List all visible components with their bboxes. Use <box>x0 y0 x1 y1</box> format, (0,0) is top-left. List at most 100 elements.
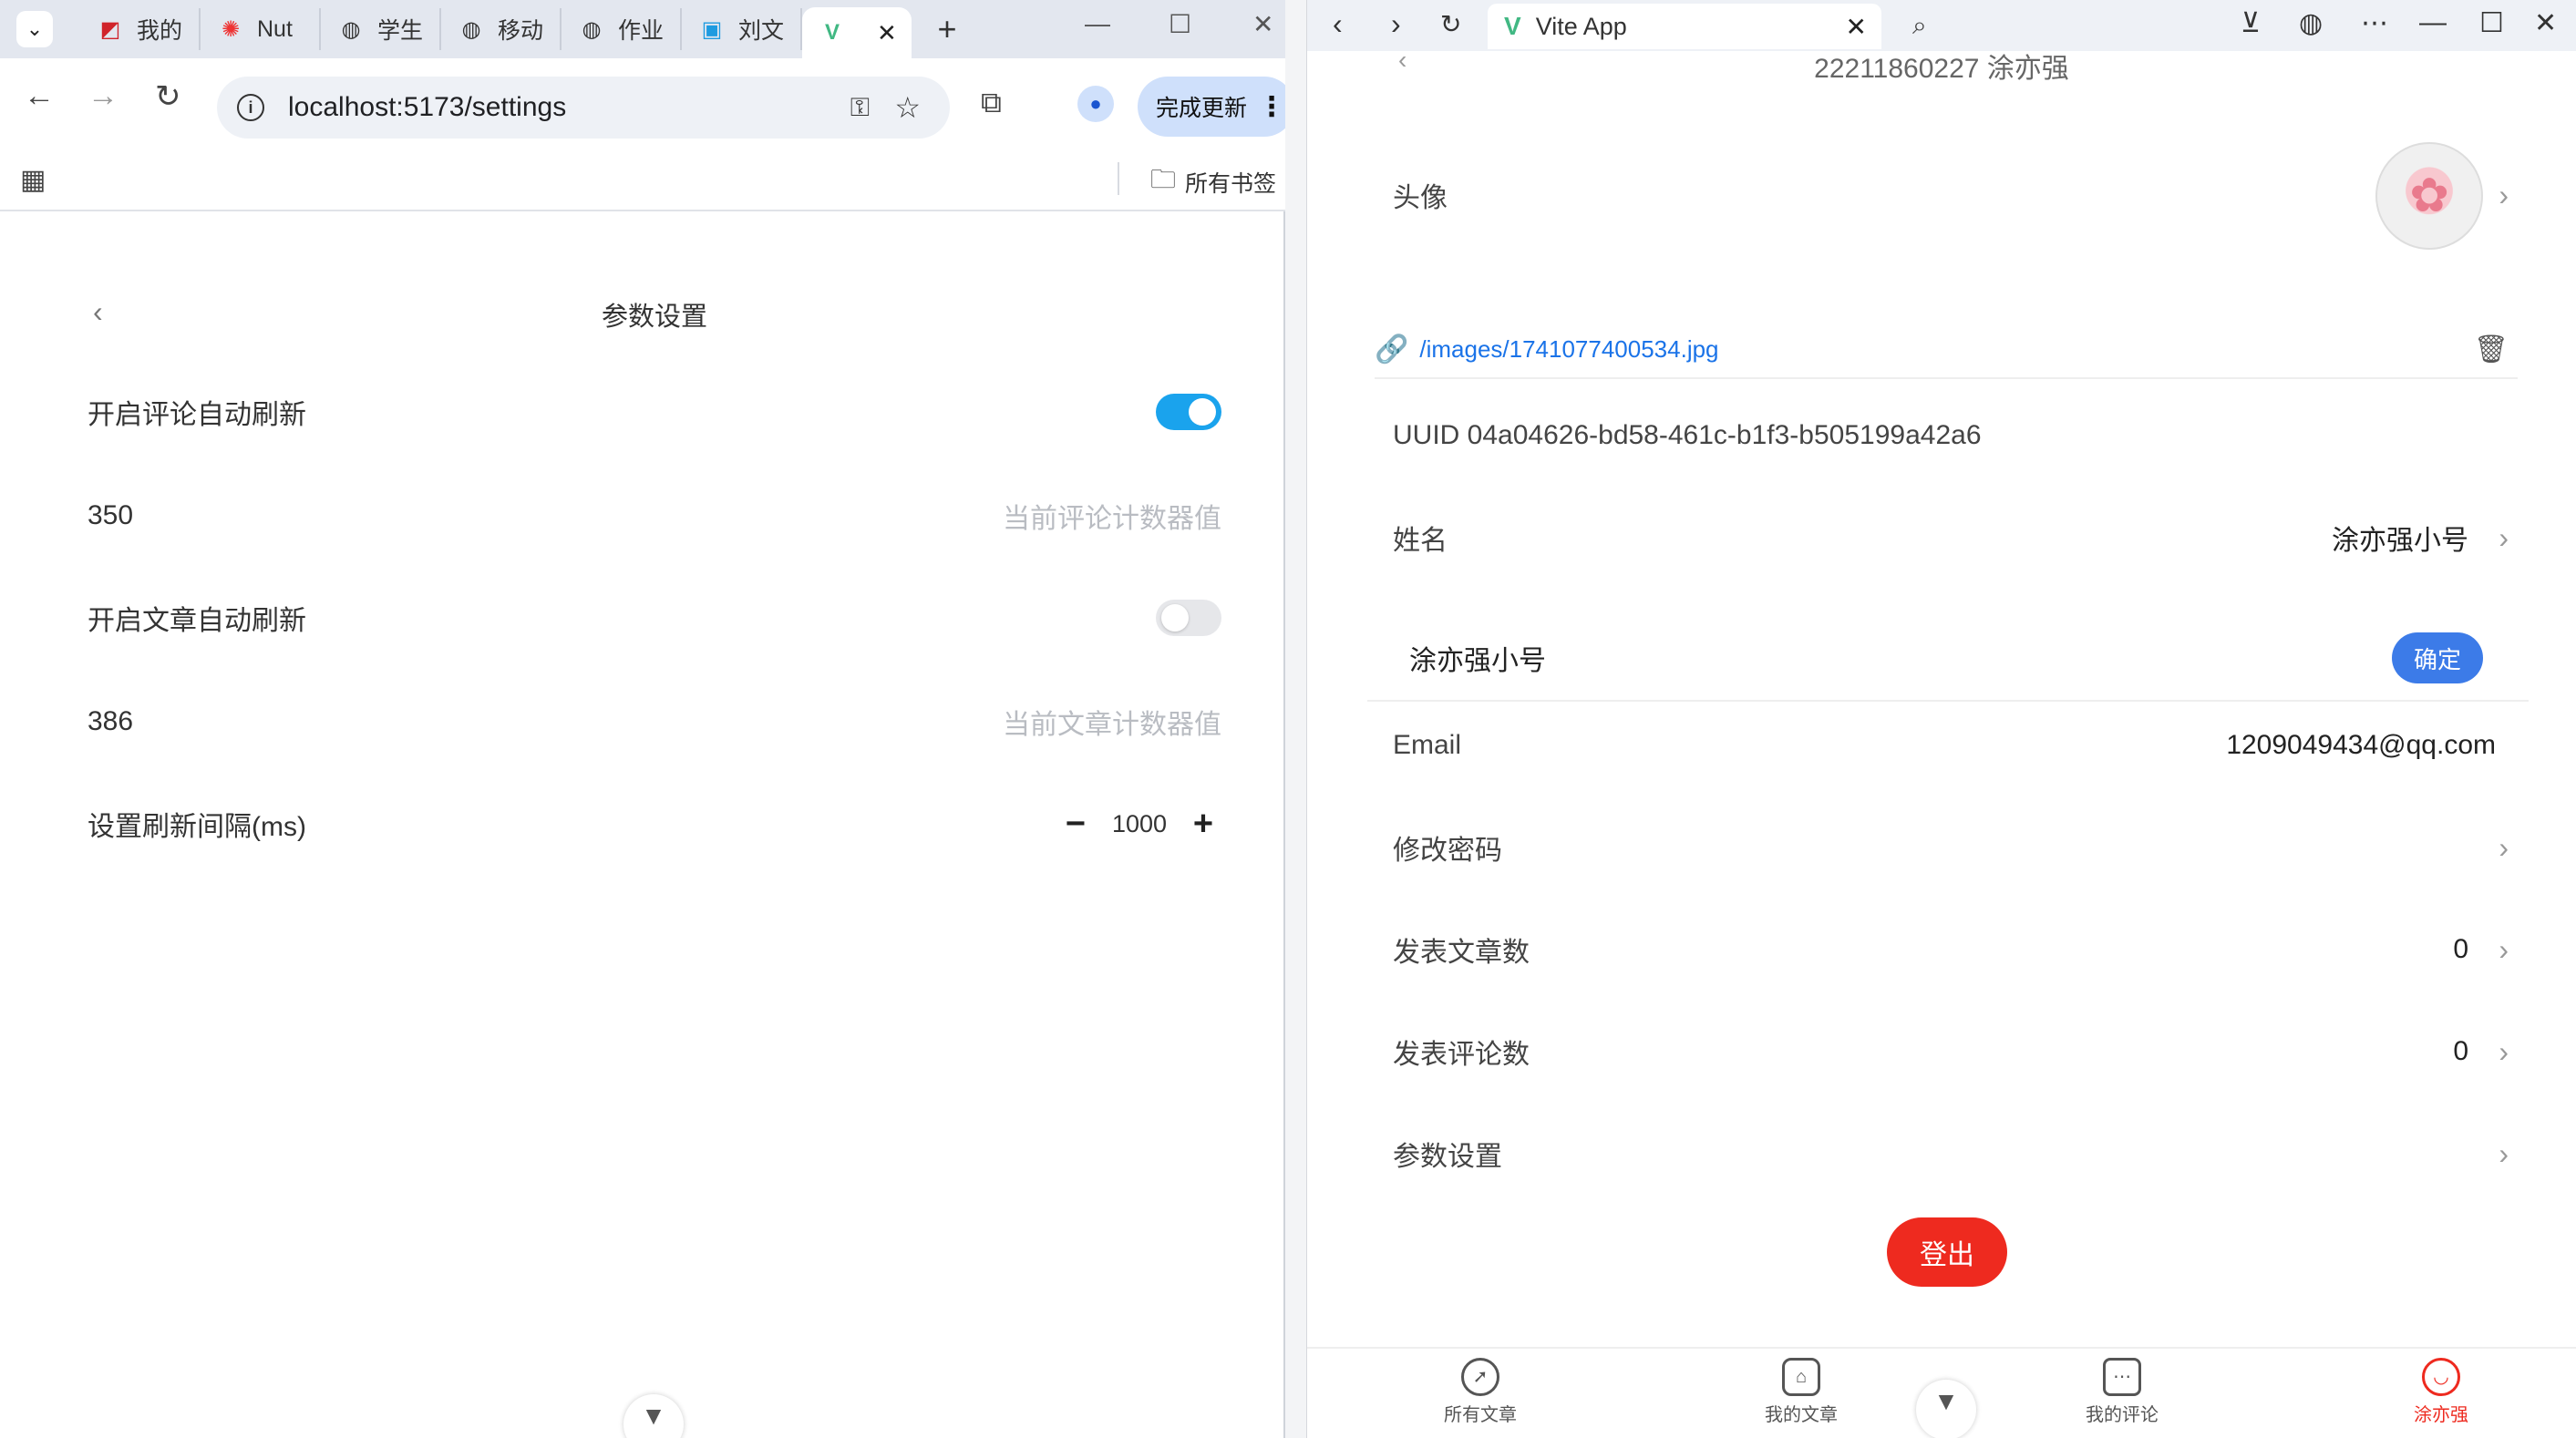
browser-tab-active[interactable]: V ✕ <box>802 7 912 58</box>
minimize-icon[interactable]: — <box>2419 7 2447 38</box>
interval-value[interactable]: 1000 <box>1094 810 1185 838</box>
comment-icon: ⋯ <box>2103 1358 2141 1396</box>
search-icon[interactable]: ⌕ <box>1912 11 1927 41</box>
comment-counter-value[interactable]: 350 <box>88 500 133 531</box>
all-bookmarks-button[interactable]: 🗀 所有书签 <box>1150 160 1276 204</box>
decrement-button[interactable]: − <box>1057 805 1094 844</box>
article-counter-hint: 当前文章计数器值 <box>1003 710 1221 740</box>
extensions-icon[interactable]: ⧉ <box>981 86 1002 120</box>
cnki-icon: ◩ <box>99 16 121 42</box>
uuid-text: UUID 04a04626-bd58-461c-b1f3-b505199a42a… <box>1393 420 1982 450</box>
profile-avatar-icon[interactable]: ● <box>1077 86 1114 122</box>
globe-icon: ◍ <box>341 16 361 42</box>
comment-counter-row[interactable]: 350 当前评论计数器值 <box>88 488 1221 543</box>
more-menu-icon[interactable]: ⋯ <box>2361 7 2388 39</box>
globe-icon[interactable]: ◍ <box>2299 7 2323 39</box>
browser-tab[interactable]: ◍ 移动 <box>441 8 562 50</box>
article-refresh-toggle[interactable] <box>1156 600 1221 636</box>
vue-logo-icon: V <box>1504 12 1521 40</box>
minimize-icon[interactable]: — <box>1085 9 1110 38</box>
increment-button[interactable]: + <box>1185 805 1221 844</box>
avatar[interactable]: ✿ <box>2375 142 2483 250</box>
name-value: 涂亦强小号 <box>2332 526 2468 556</box>
settings-row[interactable]: 参数设置 › <box>1393 1125 2514 1183</box>
vue-logo-icon: V <box>824 20 840 45</box>
chevron-right-icon: › <box>2499 932 2509 966</box>
update-button[interactable]: 完成更新 ⋮ <box>1138 77 1294 137</box>
sun-icon: ✺ <box>221 16 241 42</box>
bilibili-icon: ▣ <box>701 16 723 42</box>
close-window-icon[interactable]: ✕ <box>2534 7 2557 39</box>
interval-stepper: − 1000 + <box>1057 805 1221 844</box>
browser-tab[interactable]: ◩ 我的 <box>80 8 201 50</box>
chevron-right-icon: › <box>2499 1034 2509 1068</box>
articles-count-row[interactable]: 发表文章数 0 › <box>1393 920 2514 979</box>
window-splitter[interactable] <box>1285 0 1307 1438</box>
url-text[interactable]: localhost:5173/settings <box>288 92 566 123</box>
back-arrow-icon[interactable]: ← <box>24 78 55 114</box>
settings-label: 参数设置 <box>1393 1142 1502 1172</box>
confirm-button[interactable]: 确定 <box>2392 632 2483 683</box>
page-title: 22211860227 涂亦强 <box>1814 54 2069 84</box>
address-bar[interactable]: i localhost:5173/settings ⚿ ☆ <box>217 77 950 139</box>
uuid-row: UUID 04a04626-bd58-461c-b1f3-b505199a42a… <box>1393 406 2514 465</box>
site-info-icon[interactable]: i <box>237 94 264 121</box>
tab-title: Vite App <box>1535 12 1627 40</box>
comments-count-label: 发表评论数 <box>1393 1040 1530 1070</box>
trash-icon[interactable]: 🗑 <box>2474 334 2509 365</box>
bookmark-star-icon[interactable]: ☆ <box>894 90 921 125</box>
folder-icon: 🗀 <box>1150 165 1177 193</box>
close-window-icon[interactable]: ✕ <box>1252 9 1273 39</box>
browser-tab[interactable]: ◍ 学生 <box>321 8 441 50</box>
comments-count-row[interactable]: 发表评论数 0 › <box>1393 1022 2514 1081</box>
browser-tab[interactable]: ◍ 作业 <box>562 8 682 50</box>
tab-my-comments[interactable]: ⋯ 我的评论 <box>2049 1358 2195 1426</box>
avatar-row[interactable]: 头像 ✿ › <box>1393 142 2514 250</box>
home-icon: ⌂ <box>1782 1358 1820 1396</box>
close-tab-icon[interactable]: ✕ <box>1846 12 1867 42</box>
new-tab-button[interactable]: + <box>922 10 972 48</box>
more-menu-icon: ⋮ <box>1258 91 1286 122</box>
name-row[interactable]: 姓名 涂亦强小号 › <box>1393 508 2514 567</box>
comment-counter-hint: 当前评论计数器值 <box>1003 504 1221 534</box>
page-title: 参数设置 <box>601 303 707 332</box>
tab-search-button[interactable]: ⌄ <box>16 11 53 47</box>
article-counter-row[interactable]: 386 当前文章计数器值 <box>88 694 1221 749</box>
browser-tab[interactable]: ▣ 刘文 <box>682 8 802 50</box>
browser-tab[interactable]: ✺ Nut <box>201 8 321 50</box>
apps-grid-icon[interactable]: ▦ <box>20 164 46 196</box>
name-label: 姓名 <box>1393 526 1448 556</box>
browser-toolbar: ← → ↻ i localhost:5173/settings ⚿ ☆ ⧉ ● … <box>0 58 1294 153</box>
tab-all-articles[interactable]: ➚ 所有文章 <box>1407 1358 1553 1426</box>
profile-page: ‹ 22211860227 涂亦强 头像 ✿ › 🔗 /images/17410… <box>1307 51 2576 1347</box>
name-input[interactable]: 涂亦强小号 <box>1409 638 1546 678</box>
interval-label: 设置刷新间隔(ms) <box>88 812 306 842</box>
tab-user-profile[interactable]: ◡ 涂亦强 <box>2368 1358 2514 1426</box>
bottom-tab-bar: ➚ 所有文章 ⌂ 我的文章 ▼ ⋯ 我的评论 ◡ 涂亦强 <box>1307 1347 2576 1438</box>
email-value: 1209049434@qq.com <box>2226 730 2496 760</box>
download-icon[interactable]: ⊻ <box>2241 7 2261 39</box>
change-password-row[interactable]: 修改密码 › <box>1393 818 2514 877</box>
avatar-label: 头像 <box>1393 183 1448 213</box>
maximize-icon[interactable]: ☐ <box>2479 7 2504 39</box>
vue-devtools-handle-icon[interactable]: ▼ <box>1916 1380 1976 1438</box>
comment-refresh-toggle[interactable] <box>1156 394 1221 430</box>
password-key-icon[interactable]: ⚿ <box>850 93 870 123</box>
back-chevron-icon[interactable]: ‹ <box>1333 7 1343 41</box>
forward-chevron-icon[interactable]: › <box>1391 7 1401 41</box>
chevron-right-icon: › <box>2499 178 2509 211</box>
reload-icon[interactable]: ↻ <box>1440 9 1461 39</box>
chevron-right-icon: › <box>2499 830 2509 864</box>
browser-tab-active[interactable]: V Vite App ✕ <box>1488 4 1881 49</box>
vue-devtools-handle-icon[interactable]: ▼ <box>623 1394 684 1438</box>
maximize-icon[interactable]: ☐ <box>1169 9 1191 39</box>
comment-refresh-label: 开启评论自动刷新 <box>88 400 306 430</box>
close-tab-icon[interactable]: ✕ <box>877 19 897 47</box>
name-edit-field: 涂亦强小号 确定 <box>1367 614 2529 702</box>
tab-my-articles[interactable]: ⌂ 我的文章 <box>1728 1358 1874 1426</box>
reload-icon[interactable]: ↻ <box>155 78 181 115</box>
logout-button[interactable]: 登出 <box>1887 1217 2007 1287</box>
avatar-link[interactable]: /images/1741077400534.jpg <box>1419 335 1718 364</box>
forward-arrow-icon[interactable]: → <box>88 78 118 114</box>
article-counter-value[interactable]: 386 <box>88 706 133 737</box>
